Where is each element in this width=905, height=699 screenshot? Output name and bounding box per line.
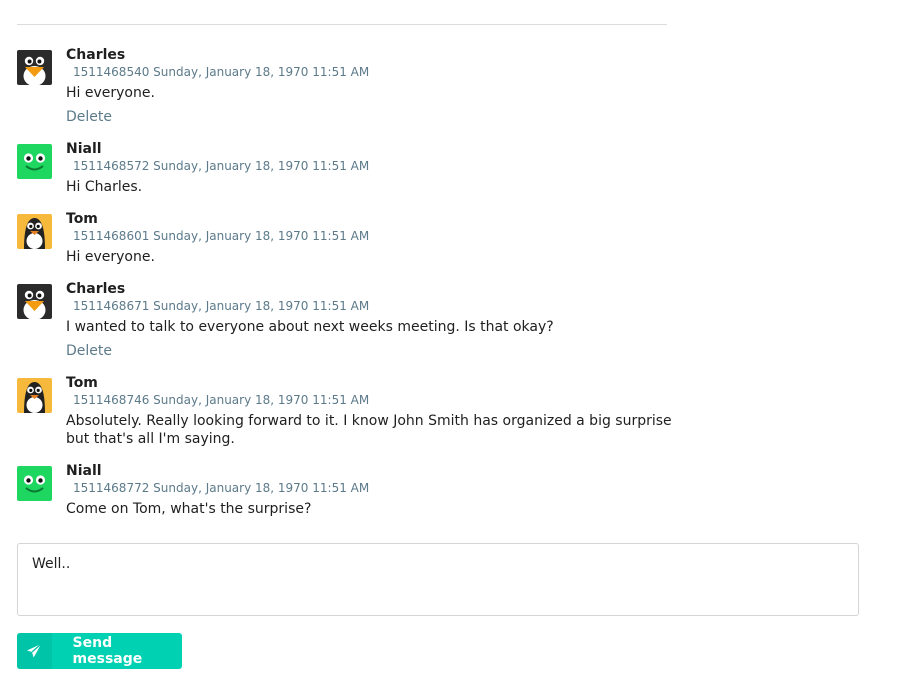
- green-smiley-icon: [17, 144, 52, 179]
- message-timestamp: 1511468746 Sunday, January 18, 1970 11:5…: [73, 393, 370, 407]
- message-item: Niall 1511468572 Sunday, January 18, 197…: [17, 140, 677, 196]
- message-author: Niall: [66, 463, 102, 479]
- message-author: Niall: [66, 141, 102, 157]
- message-timestamp: 1511468772 Sunday, January 18, 1970 11:5…: [73, 481, 370, 495]
- message-author: Charles: [66, 281, 126, 297]
- message-input[interactable]: Well..: [17, 543, 859, 616]
- message-author: Tom: [66, 211, 98, 227]
- message-timestamp: 1511468540 Sunday, January 18, 1970 11:5…: [73, 65, 370, 79]
- delete-link[interactable]: Delete: [66, 342, 112, 360]
- message-text: Hi everyone.: [66, 249, 155, 265]
- penguin-black-icon: [17, 50, 52, 85]
- message-input-value: Well..: [32, 556, 71, 572]
- penguin-yellow-icon: [17, 214, 52, 249]
- message-text: Hi everyone.: [66, 85, 155, 101]
- message-item: Niall 1511468772 Sunday, January 18, 197…: [17, 462, 677, 518]
- send-message-label: Send message: [72, 635, 143, 667]
- message-text: Absolutely. Really looking forward to it…: [66, 413, 672, 447]
- message-item: Charles 1511468540 Sunday, January 18, 1…: [17, 46, 677, 126]
- message-timestamp: 1511468572 Sunday, January 18, 1970 11:5…: [73, 159, 370, 173]
- message-author: Tom: [66, 375, 98, 391]
- message-item: Tom 1511468746 Sunday, January 18, 1970 …: [17, 374, 677, 448]
- message-text: Come on Tom, what's the surprise?: [66, 501, 312, 517]
- message-list: Charles 1511468540 Sunday, January 18, 1…: [17, 46, 677, 532]
- delete-link[interactable]: Delete: [66, 108, 112, 126]
- message-timestamp: 1511468671 Sunday, January 18, 1970 11:5…: [73, 299, 370, 313]
- top-divider: [17, 24, 667, 25]
- message-text: I wanted to talk to everyone about next …: [66, 319, 554, 335]
- penguin-yellow-icon: [17, 378, 52, 413]
- message-item: Charles 1511468671 Sunday, January 18, 1…: [17, 280, 677, 360]
- message-author: Charles: [66, 47, 126, 63]
- paper-plane-icon: [17, 633, 52, 669]
- message-text: Hi Charles.: [66, 179, 143, 195]
- penguin-black-icon: [17, 284, 52, 319]
- message-timestamp: 1511468601 Sunday, January 18, 1970 11:5…: [73, 229, 370, 243]
- message-item: Tom 1511468601 Sunday, January 18, 1970 …: [17, 210, 677, 266]
- green-smiley-icon: [17, 466, 52, 501]
- send-message-button[interactable]: Send message: [17, 633, 182, 669]
